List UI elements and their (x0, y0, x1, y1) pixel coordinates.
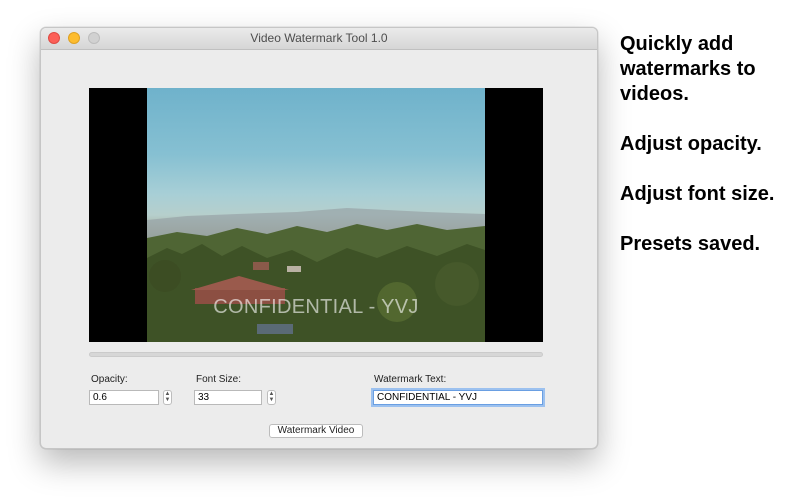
font-size-stepper[interactable]: ▲ ▼ (267, 390, 276, 405)
marketing-copy: Quickly add watermarks to videos. Adjust… (620, 32, 798, 257)
window-title: Video Watermark Tool 1.0 (250, 31, 388, 45)
chevron-down-icon[interactable]: ▼ (164, 397, 171, 403)
app-window: Video Watermark Tool 1.0 CONFIDENTIAL - … (40, 27, 598, 449)
title-bar[interactable]: Video Watermark Tool 1.0 (41, 28, 597, 50)
watermark-text-label: Watermark Text: (374, 374, 447, 385)
opacity-field[interactable]: 0.6 (89, 390, 159, 405)
watermark-overlay-text: CONFIDENTIAL - YVJ (213, 296, 419, 318)
feature-watermarks: Quickly add watermarks to videos. (620, 33, 756, 105)
font-size-label: Font Size: (196, 374, 242, 385)
feature-opacity: Adjust opacity. (620, 133, 762, 155)
video-preview: CONFIDENTIAL - YVJ (89, 88, 543, 342)
video-frame-image: CONFIDENTIAL - YVJ (147, 88, 485, 342)
progress-bar (89, 352, 543, 357)
font-size-field[interactable]: 33 (194, 390, 262, 405)
opacity-stepper[interactable]: ▲ ▼ (163, 390, 172, 405)
feature-presets: Presets saved. (620, 233, 761, 255)
watermark-video-button[interactable]: Watermark Video (269, 424, 363, 438)
watermark-text-field[interactable]: CONFIDENTIAL - YVJ (373, 390, 543, 405)
chevron-down-icon[interactable]: ▼ (268, 397, 275, 403)
opacity-label: Opacity: (91, 374, 128, 385)
feature-font-size: Adjust font size. (620, 183, 775, 205)
